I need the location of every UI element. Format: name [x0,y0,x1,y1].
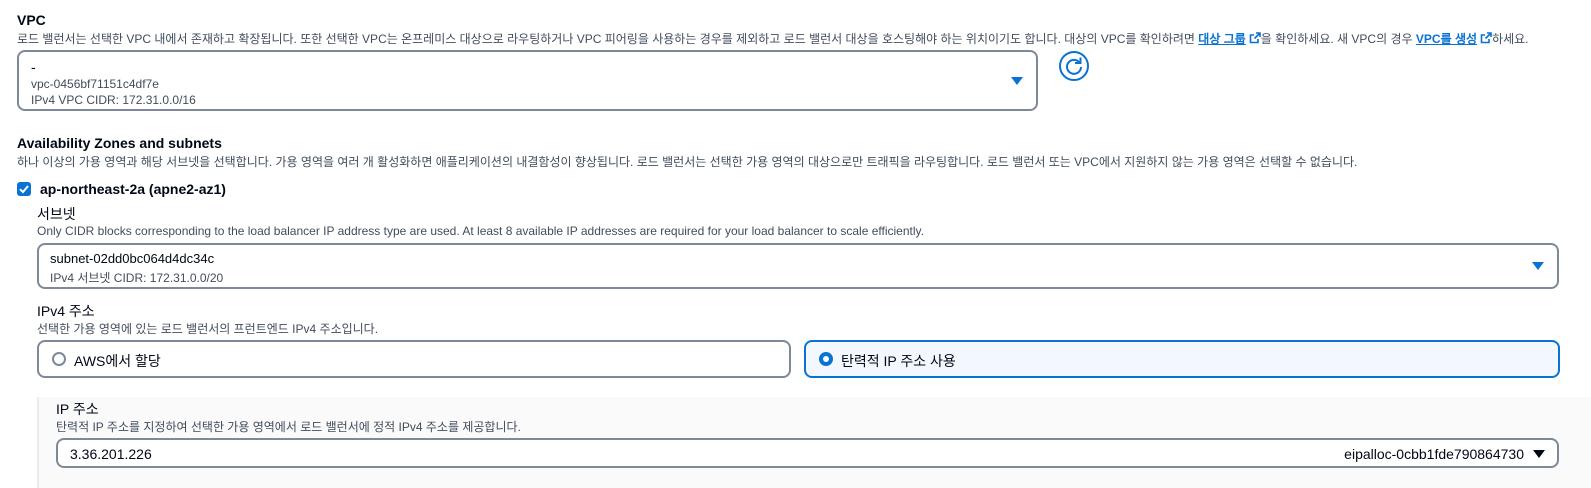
az-checkbox[interactable] [17,182,31,196]
external-link-icon [1480,32,1492,44]
elastic-ip-allocation-id: eipalloc-0cbb1fde790864730 [1344,446,1524,462]
option-elastic-ip-label: 탄력적 IP 주소 사용 [841,353,956,369]
subnet-cidr: IPv4 서브넷 CIDR: 172.31.0.0/20 [50,271,224,285]
ipv4-description: 선택한 가용 영역에 있는 로드 밸런서의 프런트엔드 IPv4 주소입니다. [37,322,379,336]
az-description: 하나 이상의 가용 영역과 해당 서브넷을 선택합니다. 가용 영역을 여러 개… [17,155,1358,169]
refresh-icon [1066,57,1082,75]
ip-address-description: 탄력적 IP 주소를 지정하여 선택한 가용 영역에서 로드 밸런서에 정적 I… [56,420,521,434]
vpc-cidr: IPv4 VPC CIDR: 172.31.0.0/16 [31,93,196,107]
caret-down-icon [1533,450,1545,458]
subnet-label: 서브넷 [37,206,76,222]
vpc-id: vpc-0456bf71151c4df7e [31,77,159,91]
az-heading: Availability Zones and subnets [17,135,222,151]
subnet-select[interactable]: subnet-02dd0bc064d4dc34c IPv4 서브넷 CIDR: … [37,243,1559,289]
subnet-id: subnet-02dd0bc064d4dc34c [50,251,215,266]
option-elastic-ip[interactable]: 탄력적 IP 주소 사용 [804,340,1560,378]
target-groups-link-label: 대상 그룹 [1198,32,1246,46]
caret-down-icon [1532,262,1544,270]
ipv4-label: IPv4 주소 [37,303,95,319]
vpc-select[interactable]: - vpc-0456bf71151c4df7e IPv4 VPC CIDR: 1… [17,50,1038,111]
vpc-name: - [31,59,36,75]
radio-elastic-ip[interactable] [819,352,833,366]
vpc-heading: VPC [17,12,46,28]
target-groups-link[interactable]: 대상 그룹 [1198,32,1261,46]
option-aws-assigned[interactable]: AWS에서 할당 [37,340,791,378]
caret-down-icon [1011,77,1023,85]
elastic-ip-address: 3.36.201.226 [70,446,152,462]
ip-address-divider [37,397,39,488]
ip-address-label: IP 주소 [56,401,99,417]
elastic-ip-select[interactable]: 3.36.201.226 eipalloc-0cbb1fde790864730 [56,438,1559,468]
option-aws-assigned-label: AWS에서 할당 [74,353,161,369]
vpc-desc-text-1: 로드 밸런서는 선택한 VPC 내에서 존재하고 확장됩니다. 또한 선택한 V… [17,32,1195,46]
refresh-button[interactable] [1059,51,1089,81]
subnet-description: Only CIDR blocks corresponding to the lo… [37,224,924,238]
vpc-desc-text-3: 하세요. [1492,32,1529,46]
create-vpc-link-label: VPC를 생성 [1415,32,1478,46]
create-vpc-link[interactable]: VPC를 생성 [1416,32,1492,46]
check-icon [19,185,29,194]
vpc-desc-text-2: 을 확인하세요. 새 VPC의 경우 [1260,32,1413,46]
az-label: ap-northeast-2a (apne2-az1) [40,181,226,197]
external-link-icon [1249,32,1261,44]
radio-aws-assigned[interactable] [52,352,66,366]
vpc-description: 로드 밸런서는 선택한 VPC 내에서 존재하고 확장됩니다. 또한 선택한 V… [17,30,1529,47]
